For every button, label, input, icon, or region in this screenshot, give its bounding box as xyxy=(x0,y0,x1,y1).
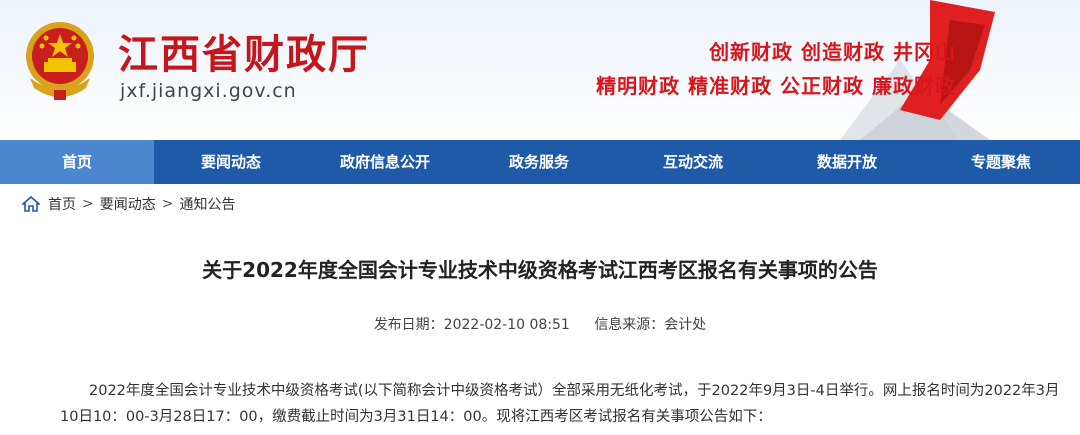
nav-item-topics[interactable]: 专题聚焦 xyxy=(924,140,1078,184)
breadcrumb-notices[interactable]: 通知公告 xyxy=(179,194,235,214)
info-source: 信息来源：会计处 xyxy=(594,317,707,333)
breadcrumb-news[interactable]: 要闻动态 xyxy=(100,194,156,214)
breadcrumb-home[interactable]: 首页 xyxy=(48,194,76,214)
national-emblem-icon xyxy=(26,22,94,100)
nav-item-news[interactable]: 要闻动态 xyxy=(154,140,308,184)
slogan-line-2: 精明财政 精准财政 公正财政 廉政财政 xyxy=(596,74,956,98)
site-title[interactable]: 江西省财政厅 xyxy=(118,22,370,80)
article-title: 关于2022年度全国会计专业技术中级资格考试江西考区报名有关事项的公告 xyxy=(202,258,878,282)
nav-item-gov-info[interactable]: 政府信息公开 xyxy=(308,140,462,184)
publish-date: 发布日期：2022-02-10 08:51 xyxy=(373,317,570,333)
nav-item-home[interactable]: 首页 xyxy=(0,140,154,184)
nav-item-services[interactable]: 政务服务 xyxy=(462,140,616,184)
slogan-line-1: 创新财政 创造财政 井冈山 xyxy=(709,40,956,64)
breadcrumb: 首页 > 要闻动态 > 通知公告 xyxy=(22,193,239,215)
site-header: 江西省财政厅 jxf.jiangxi.gov.cn 创新财政 创造财政 井冈山 … xyxy=(0,0,1080,140)
home-icon[interactable] xyxy=(22,196,40,212)
article-meta: 发布日期：2022-02-10 08:51 信息来源：会计处 xyxy=(0,314,1080,334)
article-body: 2022年度全国会计专业技术中级资格考试(以下简称会计中级资格考试）全部采用无纸… xyxy=(60,383,1060,425)
main-nav: 首页 要闻动态 政府信息公开 政务服务 互动交流 数据开放 专题聚焦 xyxy=(0,140,1080,184)
breadcrumb-separator: > xyxy=(82,196,94,212)
nav-item-interaction[interactable]: 互动交流 xyxy=(616,140,770,184)
nav-item-open-data[interactable]: 数据开放 xyxy=(770,140,924,184)
site-url: jxf.jiangxi.gov.cn xyxy=(120,80,297,102)
breadcrumb-separator: > xyxy=(161,196,174,212)
